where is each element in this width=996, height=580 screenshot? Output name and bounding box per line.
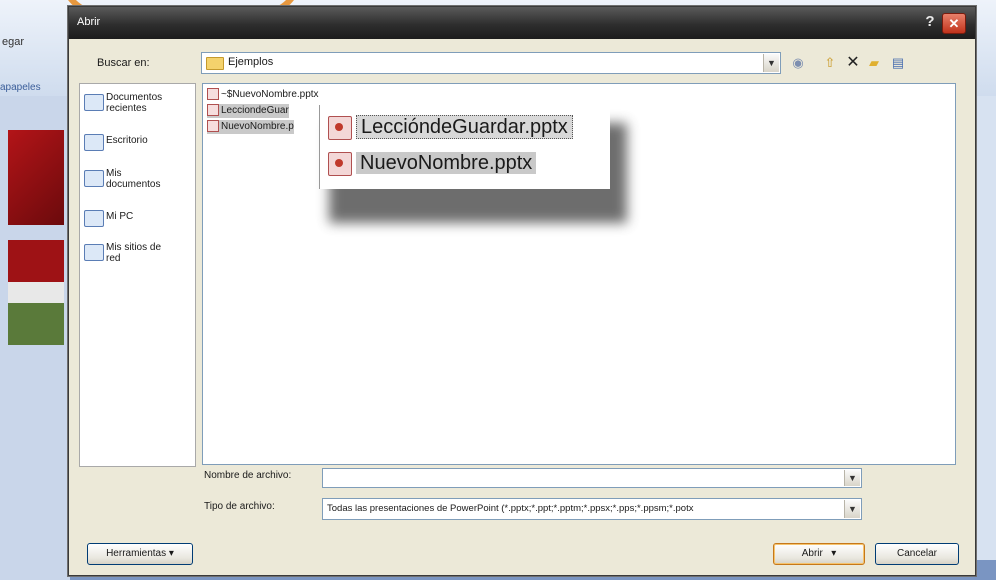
recent-documents-icon xyxy=(84,94,104,111)
chevron-down-icon[interactable]: ▼ xyxy=(763,54,779,72)
place-network[interactable]: Mis sitios de red xyxy=(84,242,190,272)
pptx-file-icon xyxy=(207,120,219,133)
views-icon[interactable]: ▤ xyxy=(889,54,907,71)
file-name-input[interactable]: ▼ xyxy=(322,468,862,488)
slide-thumbnail-2[interactable] xyxy=(8,240,64,345)
up-folder-icon[interactable]: ⇧ xyxy=(821,54,839,71)
file-type-label: Tipo de archivo: xyxy=(204,501,275,512)
open-button[interactable]: Abrir ▾ xyxy=(773,543,865,565)
look-in-value: Ejemplos xyxy=(228,56,274,68)
place-my-computer[interactable]: Mi PC xyxy=(84,208,190,227)
tools-button-label: Herramientas xyxy=(106,548,167,559)
place-label: Mis sitios de red xyxy=(106,242,162,264)
help-button[interactable]: ? xyxy=(921,13,939,31)
place-label: Mis documentos xyxy=(106,168,161,190)
look-in-label: Buscar en: xyxy=(97,57,150,69)
new-folder-icon[interactable]: ▰ xyxy=(865,54,883,71)
list-item[interactable]: ~$NuevoNombre.pptx xyxy=(207,88,319,102)
open-button-label: Abrir xyxy=(801,548,823,559)
file-name: ~$NuevoNombre.pptx xyxy=(221,89,319,100)
desktop-icon xyxy=(84,134,104,151)
pptx-file-icon xyxy=(328,151,352,176)
clipboard-group-label: apapeles xyxy=(0,82,41,93)
place-my-documents[interactable]: Mis documentos xyxy=(84,168,190,198)
place-label: Documentos recientes xyxy=(106,92,163,114)
file-type-value: Todas las presentaciones de PowerPoint (… xyxy=(327,503,694,514)
chevron-down-icon[interactable]: ▼ xyxy=(844,500,860,518)
back-icon[interactable]: ◉ xyxy=(789,54,807,71)
my-documents-icon xyxy=(84,170,104,187)
zoomed-file-row: LeccióndeGuardar.pptx xyxy=(328,113,573,141)
chevron-down-icon[interactable]: ▼ xyxy=(844,470,860,486)
zoom-callout: LeccióndeGuardar.pptx NuevoNombre.pptx xyxy=(319,105,610,189)
cancel-button[interactable]: Cancelar xyxy=(875,543,959,565)
pptx-file-icon xyxy=(207,104,219,117)
slide-thumbnail-1[interactable] xyxy=(8,130,64,225)
file-name: LecciondeGuar xyxy=(221,105,289,116)
file-name: NuevoNombre.p xyxy=(221,121,294,132)
place-recent-documents[interactable]: Documentos recientes xyxy=(84,92,190,122)
my-computer-icon xyxy=(84,210,104,227)
folder-icon xyxy=(206,57,224,70)
pptx-file-icon xyxy=(328,115,352,140)
place-desktop[interactable]: Escritorio xyxy=(84,132,190,151)
file-type-select[interactable]: Todas las presentaciones de PowerPoint (… xyxy=(322,498,862,520)
paste-label: egar xyxy=(2,36,25,48)
zoomed-file-name: LeccióndeGuardar.pptx xyxy=(356,115,573,139)
delete-icon[interactable]: ✕ xyxy=(844,54,862,71)
network-places-icon xyxy=(84,244,104,261)
place-label: Escritorio xyxy=(106,135,148,146)
open-dialog: Abrir ? ✕ Buscar en: Ejemplos ▼ ◉ ⇧ ✕ ▰ … xyxy=(68,6,976,576)
tools-button[interactable]: Herramientas ▾ xyxy=(87,543,193,565)
list-item[interactable]: LecciondeGuar xyxy=(207,104,289,118)
dialog-title: Abrir xyxy=(77,16,101,28)
title-bar: Abrir ? ✕ xyxy=(69,7,975,39)
look-in-combo[interactable]: Ejemplos ▼ xyxy=(201,52,781,74)
zoomed-file-name: NuevoNombre.pptx xyxy=(356,152,537,174)
file-name-label: Nombre de archivo: xyxy=(204,470,292,481)
close-button[interactable]: ✕ xyxy=(942,13,966,34)
place-label: Mi PC xyxy=(106,211,134,222)
places-bar: Documentos recientes Escritorio Mis docu… xyxy=(79,83,196,467)
list-item[interactable]: NuevoNombre.p xyxy=(207,120,294,134)
zoomed-file-row: NuevoNombre.pptx xyxy=(328,149,537,177)
cancel-button-label: Cancelar xyxy=(896,548,938,559)
pptx-file-icon xyxy=(207,88,219,101)
